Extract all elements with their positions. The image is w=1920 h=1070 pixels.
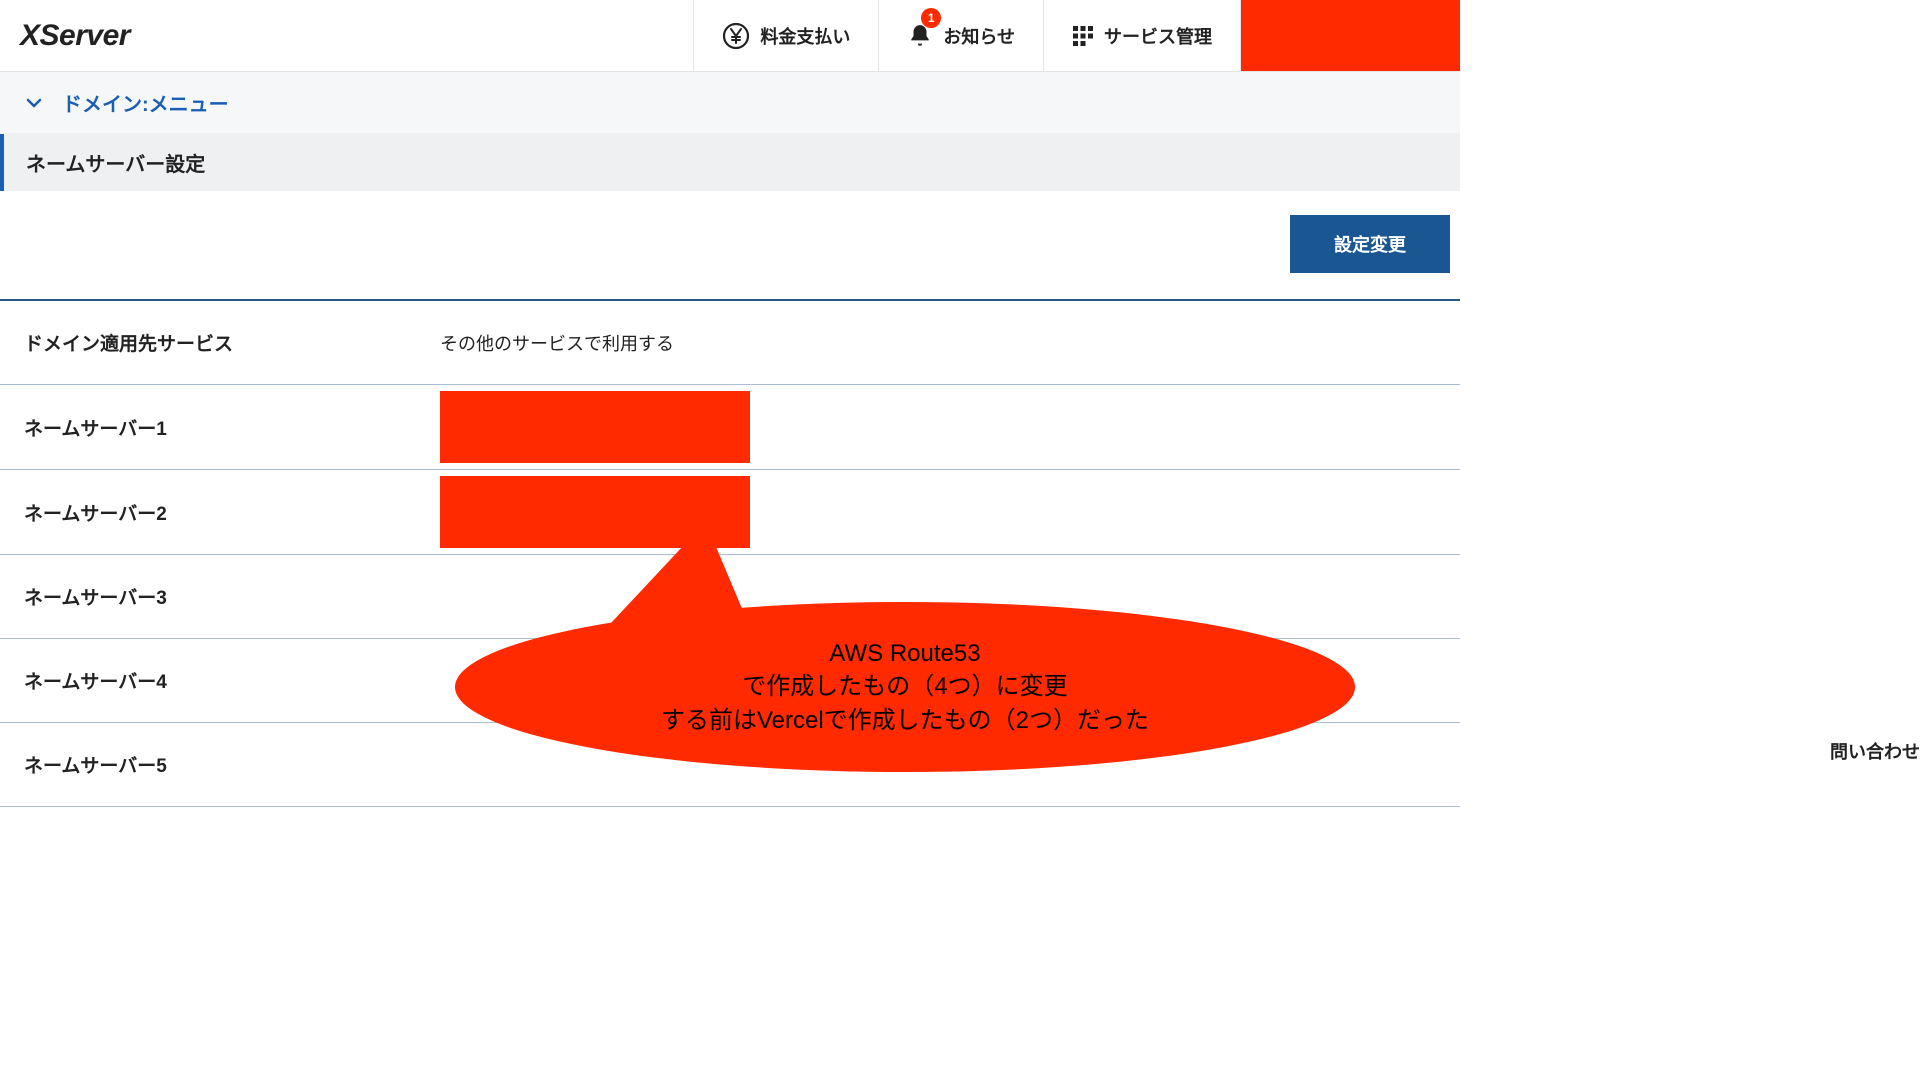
grid-icon <box>1072 25 1094 47</box>
row-ns2: ネームサーバー2 <box>0 470 1460 555</box>
header: XServer 料金支払い 1 お知らせ <box>0 0 1460 72</box>
yen-icon <box>722 22 750 50</box>
row-ns2-label: ネームサーバー2 <box>0 499 440 526</box>
row-service: ドメイン適用先サービス その他のサービスで利用する <box>0 301 1460 385</box>
nav-payment-label: 料金支払い <box>760 23 850 49</box>
row-ns2-value <box>440 470 1460 554</box>
row-ns4-label: ネームサーバー4 <box>0 667 440 694</box>
row-ns5: ネームサーバー5 <box>0 723 1460 807</box>
nav-notice[interactable]: 1 お知らせ <box>878 0 1043 71</box>
change-settings-button[interactable]: 設定変更 <box>1290 215 1450 273</box>
breadcrumb[interactable]: ドメイン:メニュー <box>0 72 1460 134</box>
nav-payment[interactable]: 料金支払い <box>693 0 878 71</box>
nav-account-redacted[interactable] <box>1240 0 1460 71</box>
row-ns3-label: ネームサーバー3 <box>0 583 440 610</box>
page-title: ネームサーバー設定 <box>0 134 1460 191</box>
row-ns5-label: ネームサーバー5 <box>0 751 440 778</box>
nav-service-label: サービス管理 <box>1104 23 1212 49</box>
nav-service[interactable]: サービス管理 <box>1043 0 1240 71</box>
row-ns1-label: ネームサーバー1 <box>0 414 440 441</box>
row-ns1: ネームサーバー1 <box>0 385 1460 470</box>
redacted-value <box>440 391 750 463</box>
action-row: 設定変更 <box>0 215 1460 301</box>
redacted-value <box>440 476 750 548</box>
breadcrumb-label: ドメイン:メニュー <box>62 88 229 117</box>
logo-text: XServer <box>20 19 130 53</box>
inquiry-link[interactable]: 問い合わせ <box>1830 738 1920 764</box>
row-ns4: ネームサーバー4 <box>0 639 1460 723</box>
logo[interactable]: XServer <box>0 0 693 71</box>
chevron-down-icon <box>24 93 44 113</box>
row-service-label: ドメイン適用先サービス <box>0 329 440 356</box>
nav-notice-label: お知らせ <box>943 23 1015 49</box>
row-ns3: ネームサーバー3 <box>0 555 1460 639</box>
row-service-value: その他のサービスで利用する <box>440 330 1460 356</box>
row-ns1-value <box>440 385 1460 469</box>
page-title-text: ネームサーバー設定 <box>26 154 205 176</box>
notice-badge: 1 <box>921 8 941 28</box>
